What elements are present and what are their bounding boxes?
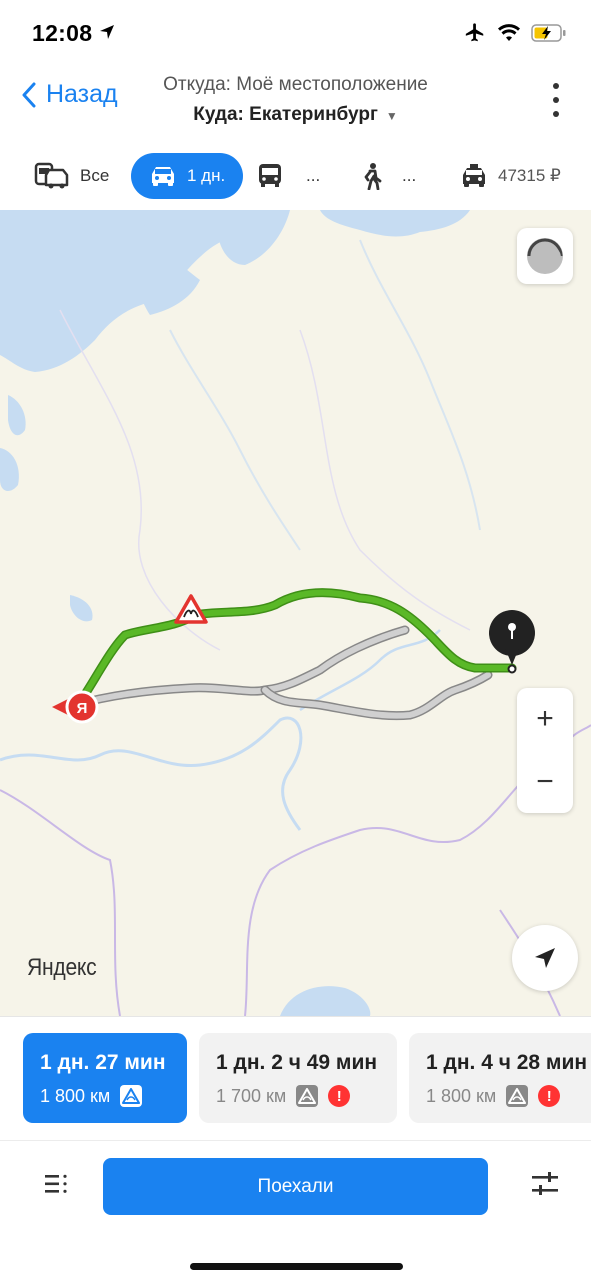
gulf-east [215, 210, 290, 265]
route-duration: 1 дн. 4 ч 28 мин [426, 1051, 588, 1074]
route-options: 1 дн. 27 мин 1 800 км 1 дн. 2 ч 49 мин 1… [0, 1016, 591, 1140]
route-card[interactable]: 1 дн. 4 ч 28 мин 1 800 км ! [409, 1033, 591, 1123]
caspian-north [280, 986, 371, 1016]
route-distance: 1 800 км [426, 1085, 497, 1106]
traffic-icon [527, 238, 563, 274]
reservoir-north [70, 595, 93, 622]
route-distance: 1 800 км [40, 1085, 111, 1106]
route-distance-row: 1 800 км [40, 1085, 187, 1107]
route-duration: 1 дн. 2 ч 49 мин [216, 1051, 378, 1074]
region-border-faint [59, 309, 221, 651]
home-indicator [190, 1263, 403, 1270]
dot-icon [553, 97, 559, 103]
zoom-in-button[interactable]: + [536, 704, 554, 734]
speed-bump-icon [296, 1085, 319, 1107]
transport-tabs: Все 1 дн. ... ... 47315 ₽ [0, 150, 591, 205]
tab-car[interactable]: 1 дн. [131, 153, 244, 199]
warning-icon: ! [538, 1085, 561, 1107]
route-from[interactable]: Откуда: Моё местоположение [0, 74, 591, 96]
status-time: 12:08 [32, 20, 93, 46]
tab-taxi[interactable]: 47315 ₽ [460, 153, 561, 199]
route-to[interactable]: Куда: Екатеринбург ▼ [0, 104, 591, 126]
tab-walk[interactable]: ... [360, 153, 416, 199]
route-card[interactable]: 1 дн. 2 ч 49 мин 1 700 км ! [199, 1033, 397, 1123]
route-card[interactable]: 1 дн. 27 мин 1 800 км [23, 1033, 187, 1123]
map-view[interactable]: Я + − Яндекс [0, 210, 591, 1016]
route-header: Назад Откуда: Моё местоположение Куда: Е… [0, 70, 591, 140]
speed-bump-icon [120, 1085, 143, 1107]
map-canvas[interactable]: Я [0, 210, 591, 1016]
region-border-faint [299, 329, 471, 631]
go-button[interactable]: Поехали [103, 1158, 488, 1215]
warning-icon: ! [328, 1085, 351, 1107]
region-border [0, 789, 121, 1016]
route-distance-row: 1 800 км ! [426, 1085, 591, 1107]
status-icons [463, 22, 567, 44]
tab-all[interactable]: Все [34, 153, 109, 199]
dvina-river [169, 329, 301, 551]
location-arrow-icon [100, 25, 114, 39]
route-distance: 1 700 км [216, 1085, 287, 1106]
lake-ladoga [0, 448, 19, 492]
dot-icon [553, 83, 559, 89]
zoom-controls: + − [517, 688, 573, 813]
tab-taxi-label: 47315 ₽ [498, 166, 561, 185]
my-location-button[interactable] [512, 925, 578, 991]
status-bar: 12:08 [0, 0, 591, 70]
route-settings-icon[interactable] [531, 1171, 559, 1197]
dropdown-caret-icon: ▼ [385, 109, 398, 123]
navigation-arrow-icon [535, 948, 555, 968]
map-layers-button[interactable] [517, 228, 573, 284]
tab-all-label: Все [80, 166, 110, 185]
tab-car-label: 1 дн. [187, 166, 226, 185]
tab-bus-label: ... [306, 166, 321, 185]
bottom-bar: Поехали [0, 1140, 591, 1280]
bus-icon [259, 164, 281, 187]
start-marker-label: Я [77, 700, 88, 717]
speed-bump-icon [506, 1085, 529, 1107]
zoom-out-button[interactable]: − [536, 766, 554, 797]
lake-onega [8, 395, 26, 436]
route-distance-row: 1 700 км ! [216, 1085, 397, 1107]
car-icon [152, 167, 174, 186]
route-to-label: Куда: Екатеринбург [193, 104, 378, 125]
more-menu-button[interactable] [547, 80, 565, 120]
battery-charging-icon [531, 24, 566, 42]
pedestrian-icon [364, 163, 382, 190]
volga-river [0, 716, 303, 831]
route-list-icon[interactable] [44, 1173, 70, 1195]
airplane-icon [465, 23, 484, 42]
wifi-icon [498, 24, 520, 41]
yandex-watermark: Яндекс [27, 954, 97, 981]
destination-pin[interactable] [489, 610, 535, 674]
start-marker[interactable]: Я [52, 690, 99, 724]
dot-icon [553, 111, 559, 117]
car-bus-icon [34, 162, 69, 189]
pechora-river [359, 239, 481, 531]
taxi-icon [463, 164, 485, 187]
pechora-bay [320, 210, 470, 237]
tab-walk-label: ... [402, 166, 417, 185]
tab-bus[interactable]: ... [256, 153, 320, 199]
road-hazard-icon[interactable] [174, 594, 208, 624]
route-duration: 1 дн. 27 мин [40, 1051, 166, 1074]
